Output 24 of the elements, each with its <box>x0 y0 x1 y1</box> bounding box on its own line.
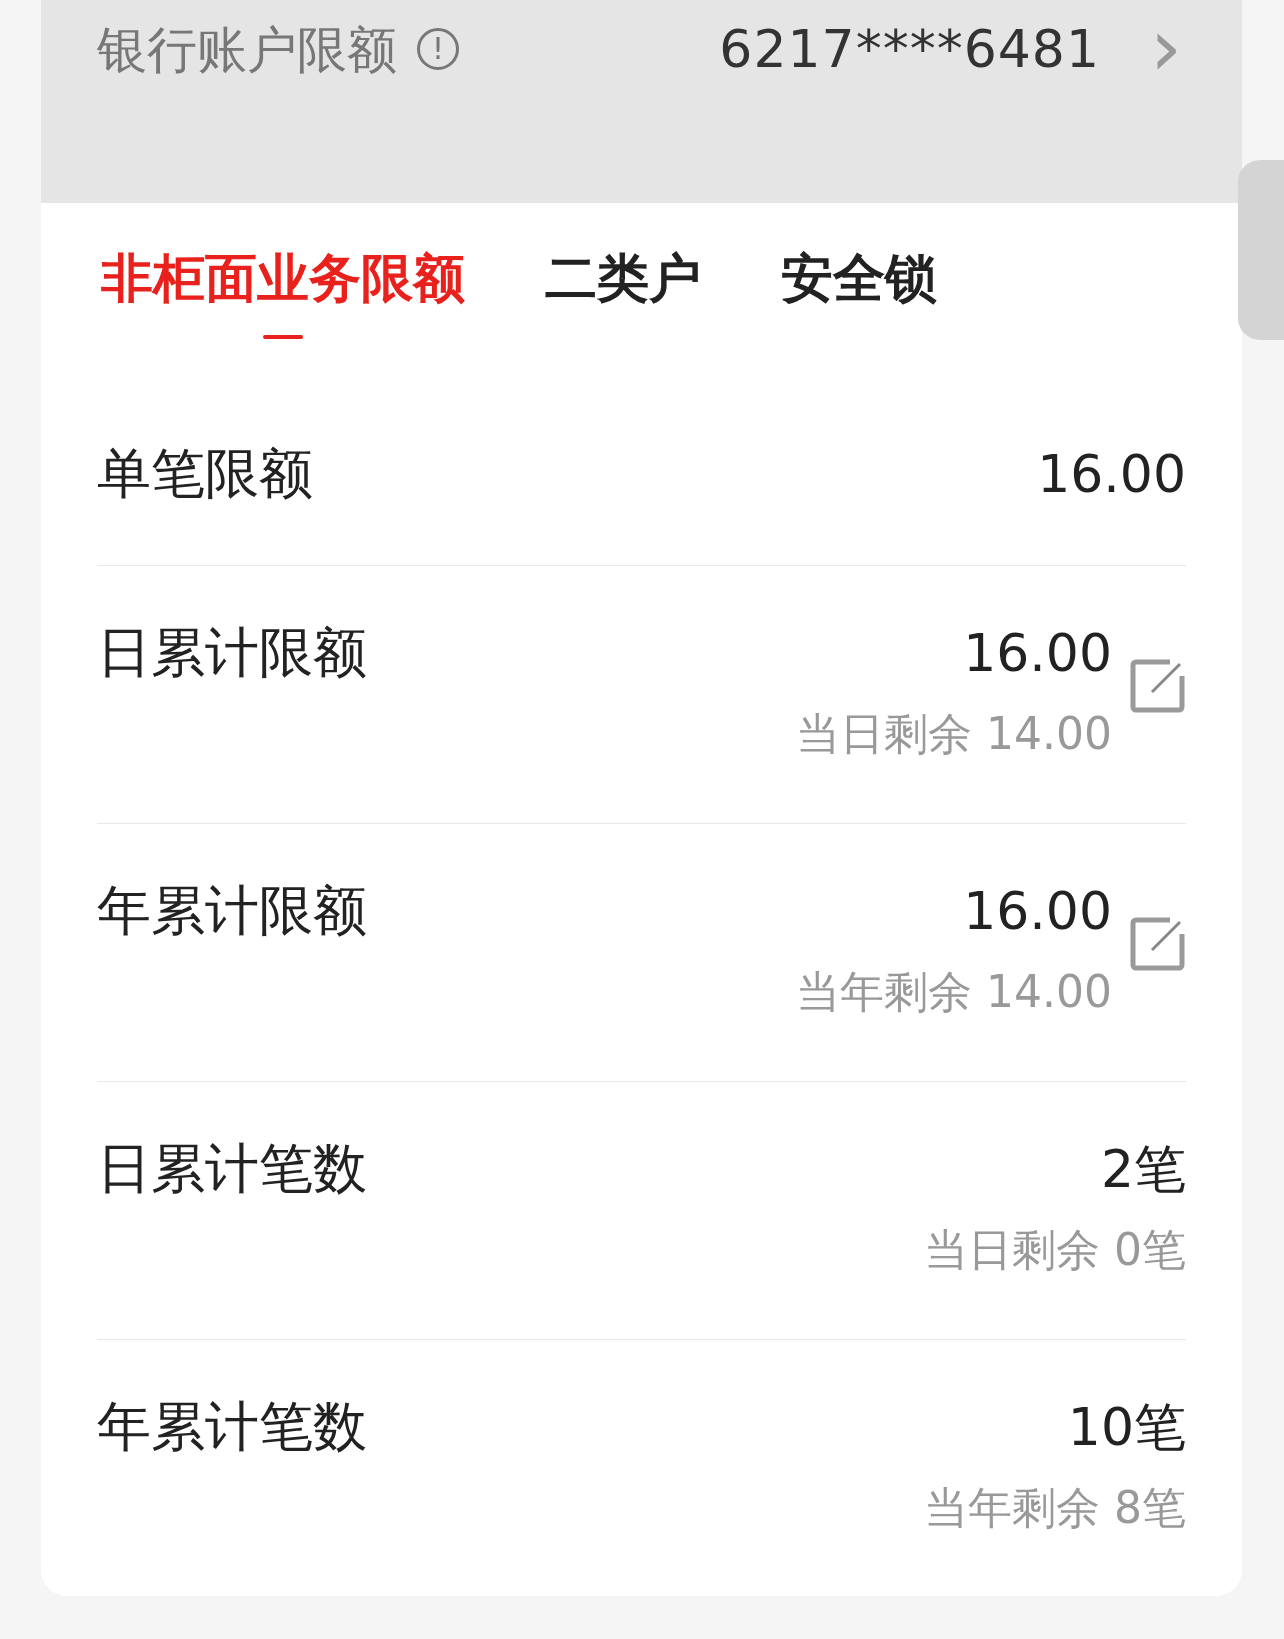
remaining-text: 当日剩余 0笔 <box>924 1223 1186 1277</box>
limit-label: 单笔限额 <box>97 441 313 507</box>
remaining-text: 当日剩余 14.00 <box>796 707 1112 761</box>
limit-label: 年累计笔数 <box>97 1394 367 1460</box>
account-header[interactable]: 银行账户限额 ! 6217****6481 › <box>41 0 1242 203</box>
tab[interactable]: 安全锁 <box>781 243 937 339</box>
header-label: 银行账户限额 <box>97 20 397 80</box>
side-handle[interactable] <box>1238 160 1284 340</box>
info-icon[interactable]: ! <box>417 28 459 70</box>
limit-value: 16.00 <box>963 622 1112 685</box>
edit-icon[interactable] <box>1130 658 1186 714</box>
limit-label: 日累计笔数 <box>97 1136 367 1202</box>
limit-label: 日累计限额 <box>97 620 367 686</box>
edit-icon[interactable] <box>1130 916 1186 972</box>
tab[interactable]: 非柜面业务限额 <box>101 243 465 339</box>
limit-value: 10笔 <box>1067 1396 1186 1459</box>
remaining-text: 当年剩余 14.00 <box>796 965 1112 1019</box>
limit-value: 2笔 <box>1100 1138 1186 1201</box>
account-number: 6217****6481 <box>719 18 1100 80</box>
remaining-text: 当年剩余 8笔 <box>924 1481 1186 1535</box>
limit-label: 年累计限额 <box>97 878 367 944</box>
limit-value: 16.00 <box>1037 443 1186 506</box>
tab[interactable]: 二类户 <box>545 243 701 339</box>
limit-value: 16.00 <box>963 880 1112 943</box>
